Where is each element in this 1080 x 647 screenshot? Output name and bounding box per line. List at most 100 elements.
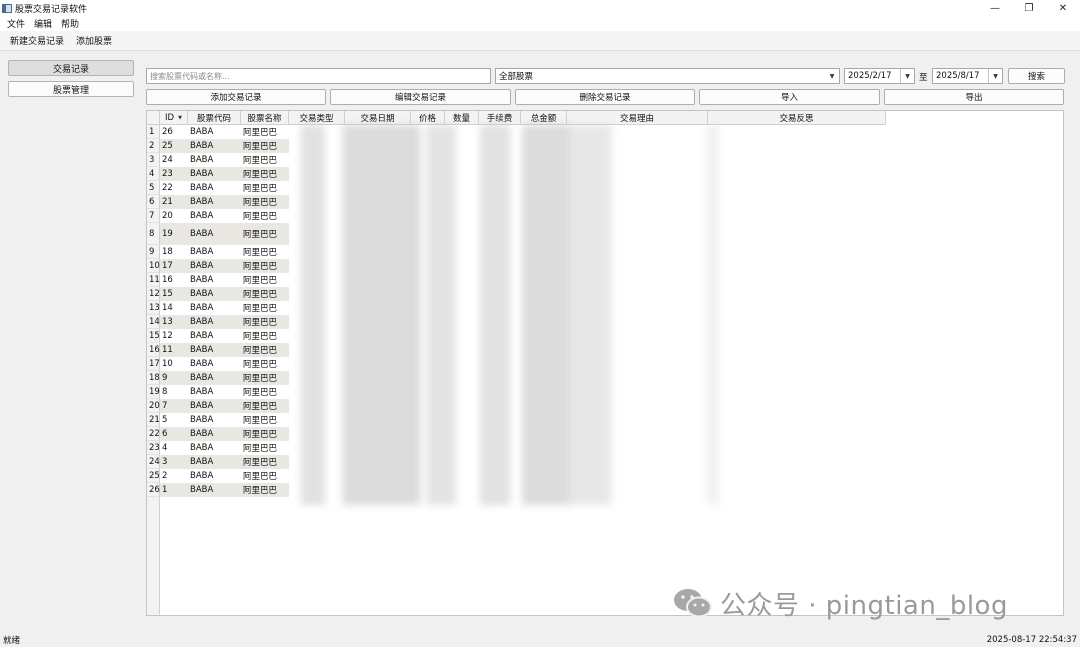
cell-name[interactable]: 阿里巴巴 <box>241 469 289 483</box>
cell-name[interactable]: 阿里巴巴 <box>241 371 289 385</box>
cell-id[interactable]: 10 <box>160 357 188 371</box>
cell-id[interactable]: 20 <box>160 209 188 223</box>
cell-name[interactable]: 阿里巴巴 <box>241 343 289 357</box>
cell-code[interactable]: BABA <box>188 455 241 469</box>
nav-trades-button[interactable]: 交易记录 <box>8 60 134 76</box>
cell-name[interactable]: 阿里巴巴 <box>241 167 289 181</box>
cell-code[interactable]: BABA <box>188 167 241 181</box>
export-button[interactable]: 导出 <box>884 89 1064 105</box>
row-number[interactable]: 12 <box>147 287 160 301</box>
cell-id[interactable]: 18 <box>160 245 188 259</box>
row-number[interactable]: 11 <box>147 273 160 287</box>
cell-name[interactable]: 阿里巴巴 <box>241 139 289 153</box>
cell-name[interactable]: 阿里巴巴 <box>241 287 289 301</box>
row-number[interactable]: 25 <box>147 469 160 483</box>
col-header-qty[interactable]: 数量 <box>445 111 479 125</box>
search-input[interactable] <box>146 68 491 84</box>
stock-select[interactable]: 全部股票 ▼ <box>495 68 840 84</box>
cell-id[interactable]: 19 <box>160 223 188 245</box>
row-number[interactable]: 19 <box>147 385 160 399</box>
cell-id[interactable]: 26 <box>160 125 188 139</box>
col-header-code[interactable]: 股票代码 <box>188 111 241 125</box>
cell-code[interactable]: BABA <box>188 259 241 273</box>
col-header-reason[interactable]: 交易理由 <box>567 111 708 125</box>
cell-name[interactable]: 阿里巴巴 <box>241 315 289 329</box>
cell-name[interactable]: 阿里巴巴 <box>241 301 289 315</box>
cell-id[interactable]: 17 <box>160 259 188 273</box>
cell-code[interactable]: BABA <box>188 125 241 139</box>
cell-name[interactable]: 阿里巴巴 <box>241 273 289 287</box>
trade-table[interactable]: ID ▼ 股票代码 股票名称 交易类型 交易日期 价格 数量 手续费 总金额 交易… <box>146 110 1064 616</box>
row-number[interactable]: 24 <box>147 455 160 469</box>
cell-name[interactable]: 阿里巴巴 <box>241 413 289 427</box>
cell-code[interactable]: BABA <box>188 245 241 259</box>
cell-id[interactable]: 4 <box>160 441 188 455</box>
cell-id[interactable]: 9 <box>160 371 188 385</box>
row-number[interactable]: 13 <box>147 301 160 315</box>
minimize-icon[interactable]: — <box>978 0 1012 16</box>
cell-name[interactable]: 阿里巴巴 <box>241 357 289 371</box>
row-number[interactable]: 10 <box>147 259 160 273</box>
cell-code[interactable]: BABA <box>188 343 241 357</box>
row-number[interactable]: 20 <box>147 399 160 413</box>
cell-code[interactable]: BABA <box>188 385 241 399</box>
add-trade-button[interactable]: 添加交易记录 <box>146 89 326 105</box>
cell-name[interactable]: 阿里巴巴 <box>241 441 289 455</box>
cell-code[interactable]: BABA <box>188 301 241 315</box>
col-header-price[interactable]: 价格 <box>411 111 445 125</box>
cell-id[interactable]: 22 <box>160 181 188 195</box>
cell-code[interactable]: BABA <box>188 329 241 343</box>
cell-code[interactable]: BABA <box>188 209 241 223</box>
row-number[interactable]: 22 <box>147 427 160 441</box>
cell-code[interactable]: BABA <box>188 427 241 441</box>
cell-name[interactable]: 阿里巴巴 <box>241 181 289 195</box>
cell-code[interactable]: BABA <box>188 483 241 497</box>
cell-code[interactable]: BABA <box>188 399 241 413</box>
cell-id[interactable]: 13 <box>160 315 188 329</box>
row-number[interactable]: 21 <box>147 413 160 427</box>
import-button[interactable]: 导入 <box>699 89 880 105</box>
row-number[interactable]: 14 <box>147 315 160 329</box>
delete-trade-button[interactable]: 删除交易记录 <box>515 89 695 105</box>
row-number[interactable]: 17 <box>147 357 160 371</box>
search-button[interactable]: 搜索 <box>1008 68 1065 84</box>
add-stock-toolbar-button[interactable]: 添加股票 <box>76 34 112 47</box>
row-number[interactable]: 26 <box>147 483 160 497</box>
table-corner[interactable] <box>147 111 160 125</box>
cell-id[interactable]: 8 <box>160 385 188 399</box>
row-number[interactable]: 3 <box>147 153 160 167</box>
col-header-type[interactable]: 交易类型 <box>289 111 345 125</box>
restore-icon[interactable]: ❐ <box>1012 0 1046 16</box>
row-number[interactable]: 4 <box>147 167 160 181</box>
cell-code[interactable]: BABA <box>188 181 241 195</box>
cell-code[interactable]: BABA <box>188 315 241 329</box>
col-header-fee[interactable]: 手续费 <box>479 111 521 125</box>
cell-id[interactable]: 1 <box>160 483 188 497</box>
cell-id[interactable]: 16 <box>160 273 188 287</box>
col-header-total[interactable]: 总金额 <box>521 111 567 125</box>
menu-edit[interactable]: 编辑 <box>31 17 55 30</box>
row-number[interactable]: 18 <box>147 371 160 385</box>
cell-name[interactable]: 阿里巴巴 <box>241 125 289 139</box>
cell-name[interactable]: 阿里巴巴 <box>241 483 289 497</box>
cell-code[interactable]: BABA <box>188 371 241 385</box>
cell-name[interactable]: 阿里巴巴 <box>241 223 289 245</box>
cell-id[interactable]: 23 <box>160 167 188 181</box>
cell-name[interactable]: 阿里巴巴 <box>241 153 289 167</box>
col-header-id[interactable]: ID ▼ <box>160 111 188 125</box>
cell-code[interactable]: BABA <box>188 223 241 245</box>
cell-id[interactable]: 7 <box>160 399 188 413</box>
cell-id[interactable]: 5 <box>160 413 188 427</box>
cell-name[interactable]: 阿里巴巴 <box>241 385 289 399</box>
cell-code[interactable]: BABA <box>188 153 241 167</box>
nav-stocks-button[interactable]: 股票管理 <box>8 81 134 97</box>
row-number[interactable]: 8 <box>147 223 160 245</box>
cell-id[interactable]: 24 <box>160 153 188 167</box>
row-number[interactable]: 7 <box>147 209 160 223</box>
cell-name[interactable]: 阿里巴巴 <box>241 259 289 273</box>
cell-id[interactable]: 11 <box>160 343 188 357</box>
cell-code[interactable]: BABA <box>188 195 241 209</box>
cell-id[interactable]: 21 <box>160 195 188 209</box>
cell-code[interactable]: BABA <box>188 413 241 427</box>
cell-name[interactable]: 阿里巴巴 <box>241 195 289 209</box>
